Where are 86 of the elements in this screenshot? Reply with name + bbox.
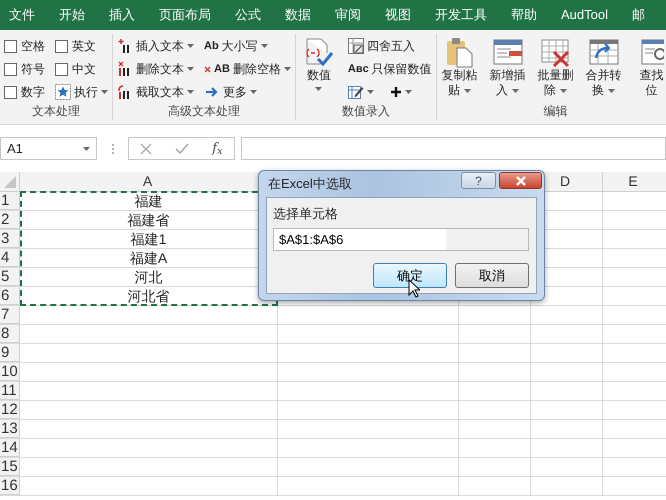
ribbon-tab[interactable]: 视图	[385, 0, 411, 30]
checkbox[interactable]	[4, 86, 17, 98]
table-cell: 福建	[134, 193, 162, 209]
row-header[interactable]: 14	[0, 439, 20, 457]
dialog-button[interactable]: 取消	[455, 263, 529, 288]
edit-icon	[348, 84, 364, 100]
ribbon-tab[interactable]: 页面布局	[159, 0, 211, 30]
row-header[interactable]: 10	[0, 363, 20, 381]
checkbox-label: 中文	[72, 61, 96, 78]
star-icon	[55, 84, 71, 100]
insert-function-button[interactable]: f$_{x}$	[212, 138, 223, 158]
ribbon-button[interactable]: Aʙᴄ 只保留数值	[348, 59, 432, 79]
checkbox[interactable]	[4, 40, 17, 52]
column-header[interactable]: A	[142, 173, 152, 189]
checkbox[interactable]	[55, 62, 68, 76]
row-header[interactable]: 9	[0, 344, 20, 362]
close-icon	[514, 176, 526, 186]
close-icon	[204, 66, 211, 72]
range-field[interactable]: $A$1:$A$6	[273, 228, 529, 251]
ribbon-tab[interactable]: 开发工具	[435, 0, 487, 30]
row-header[interactable]: 3	[0, 230, 20, 248]
cancel-icon	[140, 142, 152, 154]
row-header[interactable]: 1	[0, 192, 20, 210]
ribbon-tab[interactable]: 审阅	[335, 0, 361, 30]
close-button[interactable]	[499, 172, 542, 189]
ribbon-tab[interactable]: 文件	[9, 0, 35, 30]
checkbox-label: 空格	[21, 38, 45, 55]
row-header[interactable]: 11	[0, 382, 20, 400]
ribbon-tab[interactable]: 插入	[109, 0, 135, 30]
table-cell: 福建A	[130, 250, 168, 266]
ribbon-button[interactable]: 复制粘 贴	[440, 36, 479, 98]
ribbon-tab[interactable]: AudTool	[561, 0, 608, 30]
checkbox[interactable]	[4, 62, 17, 76]
field-label: 选择单元格	[273, 206, 339, 222]
percent-grid-icon	[348, 38, 364, 54]
row-header[interactable]: 2	[0, 211, 20, 229]
group-label: 数值录入	[340, 103, 391, 120]
row-header[interactable]: 12	[0, 401, 20, 419]
row-header[interactable]: 8	[0, 325, 20, 343]
ribbon-button[interactable]: 更多	[204, 82, 291, 102]
group-label: 文本处理	[31, 103, 81, 120]
row-header[interactable]: 16	[0, 477, 20, 495]
row-header[interactable]: 4	[0, 249, 20, 267]
group-label: 编辑	[542, 103, 569, 120]
ribbon-button[interactable]: AB 删除空格	[204, 59, 291, 79]
dialog-title: 在Excel中选取	[268, 175, 352, 193]
ribbon-button[interactable]: 批量删 除	[536, 36, 575, 98]
row-header[interactable]: 15	[0, 458, 20, 476]
ribbon-button[interactable]: 删除文本	[117, 59, 194, 79]
formula-field[interactable]	[241, 137, 666, 160]
column-header[interactable]: E	[628, 173, 638, 189]
row-header[interactable]: 6	[0, 287, 20, 305]
ribbon-tab[interactable]: 邮	[632, 0, 645, 30]
ribbon-button[interactable]: 查找 位	[632, 36, 666, 98]
ribbon-button[interactable]: 数值	[300, 36, 338, 93]
check-icon	[175, 142, 190, 154]
table-cell: 河北省	[128, 288, 170, 304]
row-header[interactable]: 13	[0, 420, 20, 438]
ribbon-button[interactable]: 合并转 换	[584, 36, 623, 98]
row-header[interactable]: 7	[0, 306, 20, 324]
ribbon-tab[interactable]: 公式	[235, 0, 261, 30]
checkbox-label: 符号	[21, 61, 45, 78]
ribbon-tab[interactable]: 开始	[59, 0, 85, 30]
table-cell: 福建1	[130, 231, 166, 247]
row-header[interactable]: 5	[0, 268, 20, 286]
caret-icon	[83, 146, 90, 150]
help-button[interactable]: ?	[461, 172, 496, 189]
ribbon-button[interactable]: 插入文本	[117, 36, 194, 56]
plus-icon	[390, 86, 402, 98]
grip-icon	[111, 142, 115, 154]
checkbox[interactable]	[55, 40, 68, 52]
ribbon-button[interactable]: 执行	[55, 82, 108, 102]
checkbox-label: 数字	[21, 84, 45, 101]
ribbon-button[interactable]: 新增插 入	[488, 36, 527, 98]
ribbon-tab[interactable]: 帮助	[511, 0, 537, 30]
checkbox-label: 英文	[72, 38, 96, 55]
ribbon-button[interactable]: 四舍五入	[348, 36, 432, 56]
ribbon-button[interactable]: 截取文本	[117, 82, 194, 102]
name-box[interactable]: A1	[0, 137, 97, 160]
ribbon-button[interactable]: Ab 大小写	[204, 36, 291, 56]
table-cell: 福建省	[128, 212, 170, 228]
ribbon-tab[interactable]: 数据	[285, 0, 311, 30]
group-label: 高级文本处理	[166, 103, 241, 120]
dialog-button[interactable]: 确定	[373, 263, 447, 288]
table-cell: 河北	[134, 269, 162, 285]
column-header[interactable]: D	[560, 173, 570, 189]
